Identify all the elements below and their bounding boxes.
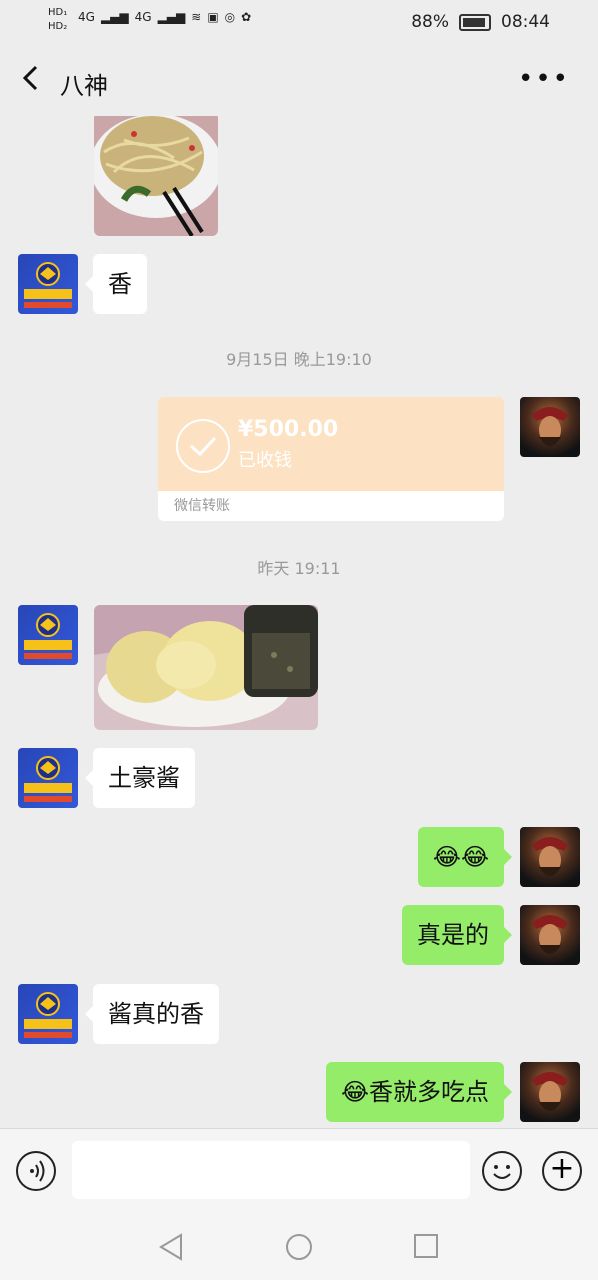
network-2-label: 4G bbox=[134, 10, 152, 24]
contact-avatar[interactable] bbox=[18, 254, 78, 314]
network-1-label: 4G bbox=[78, 10, 95, 24]
transfer-amount: ¥500.00 bbox=[238, 417, 339, 442]
message-bubble[interactable]: 土豪酱 bbox=[85, 748, 195, 808]
transfer-label: 微信转账 bbox=[174, 498, 230, 514]
wifi-icon: ≋ bbox=[191, 10, 202, 24]
app-icon: ◎ bbox=[224, 10, 236, 24]
battery-percent: 88% bbox=[411, 12, 449, 32]
message-bubble[interactable]: 香 bbox=[85, 254, 147, 314]
self-avatar[interactable] bbox=[520, 1062, 580, 1122]
contact-avatar[interactable] bbox=[18, 605, 78, 665]
chat-area[interactable]: 香 9月15日 晚上19:10 ¥500.00 已收钱 微信转账 昨天 19:1… bbox=[0, 116, 598, 1128]
more-dots-icon[interactable]: ••• bbox=[518, 64, 570, 94]
network-icons: 4G ▂▄▆ 4G ▂▄▆ ≋ ▣ ◎ ✿ bbox=[78, 10, 251, 24]
status-bar: HD₁ HD₂ 4G ▂▄▆ 4G ▂▄▆ ≋ ▣ ◎ ✿ 88% 08:44 bbox=[0, 0, 598, 44]
message-bubble[interactable]: 酱真的香 bbox=[85, 984, 219, 1044]
chat-header: 八神 ••• bbox=[0, 44, 598, 116]
message-input[interactable] bbox=[72, 1141, 470, 1199]
system-nav-bar bbox=[0, 1216, 598, 1280]
signal-1-icon: ▂▄▆ bbox=[100, 10, 129, 24]
image-message-buns[interactable] bbox=[94, 605, 318, 730]
chat-title: 八神 bbox=[60, 72, 108, 100]
input-bar: + bbox=[0, 1128, 598, 1217]
contact-avatar[interactable] bbox=[18, 984, 78, 1044]
transfer-card[interactable]: ¥500.00 已收钱 微信转账 bbox=[158, 397, 504, 521]
nav-recent-icon[interactable] bbox=[413, 1233, 439, 1259]
contact-avatar[interactable] bbox=[18, 748, 78, 808]
message-bubble[interactable]: 😂香就多吃点 bbox=[325, 1062, 513, 1122]
hd-indicators: HD₁ HD₂ bbox=[48, 6, 67, 34]
transfer-body: ¥500.00 已收钱 bbox=[158, 397, 504, 491]
timestamp: 昨天 19:11 bbox=[257, 559, 341, 578]
signal-2-icon: ▂▄▆ bbox=[157, 10, 186, 24]
image-message-noodles[interactable] bbox=[94, 116, 218, 236]
transfer-status: 已收钱 bbox=[238, 450, 292, 471]
voice-icon[interactable] bbox=[16, 1151, 56, 1191]
battery-icon bbox=[459, 13, 491, 31]
status-right: 88% 08:44 bbox=[411, 12, 550, 32]
self-avatar[interactable] bbox=[520, 827, 580, 887]
check-circle-icon bbox=[176, 419, 230, 473]
chevron-left-icon[interactable] bbox=[18, 64, 46, 92]
briefcase-icon: ▣ bbox=[207, 10, 219, 24]
message-bubble[interactable]: 😂😂 bbox=[417, 827, 513, 887]
hd2-label: HD₂ bbox=[48, 21, 68, 32]
paw-icon: ✿ bbox=[241, 10, 252, 24]
message-bubble[interactable]: 真是的 bbox=[402, 905, 512, 965]
clock: 08:44 bbox=[501, 12, 550, 32]
emoji-icon[interactable] bbox=[482, 1151, 522, 1191]
nav-back-icon[interactable] bbox=[158, 1232, 184, 1262]
hd1-label: HD₁ bbox=[48, 7, 68, 18]
plus-icon[interactable]: + bbox=[542, 1151, 582, 1191]
self-avatar[interactable] bbox=[520, 397, 580, 457]
nav-home-icon[interactable] bbox=[285, 1233, 313, 1261]
timestamp: 9月15日 晚上19:10 bbox=[226, 350, 372, 369]
self-avatar[interactable] bbox=[520, 905, 580, 965]
